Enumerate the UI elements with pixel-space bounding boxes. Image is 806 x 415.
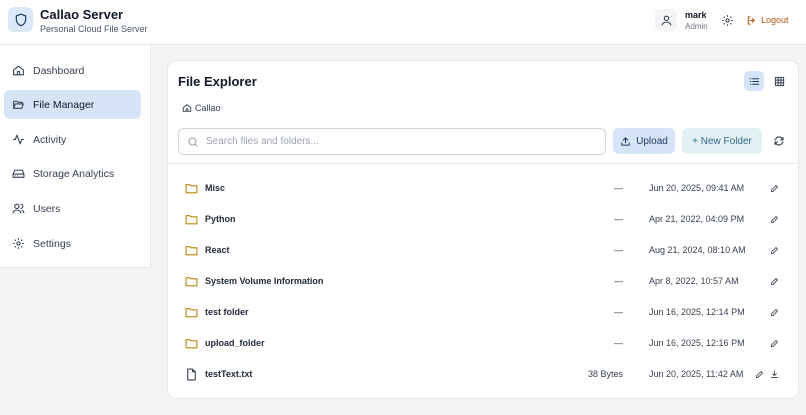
- rename-icon[interactable]: [768, 337, 780, 349]
- file-size: 38 Bytes: [587, 369, 623, 379]
- download-icon[interactable]: [768, 368, 780, 380]
- new-folder-label: + New Folder: [692, 135, 752, 147]
- sidebar-item-settings[interactable]: Settings: [4, 229, 141, 258]
- sidebar-item-label: Users: [33, 202, 61, 215]
- rename-icon[interactable]: [768, 306, 780, 318]
- file-modified: Jun 20, 2025, 09:41 AM: [649, 183, 745, 193]
- grid-view-button[interactable]: [769, 71, 789, 91]
- folder-icon: [185, 215, 198, 225]
- file-size: —: [614, 338, 623, 348]
- file-size: —: [614, 276, 623, 286]
- user-role: Admin: [685, 22, 708, 31]
- settings-button[interactable]: [718, 11, 736, 29]
- users-icon: [12, 203, 25, 214]
- user-name: mark: [685, 10, 707, 20]
- rename-icon[interactable]: [768, 213, 780, 225]
- upload-icon: [621, 136, 630, 146]
- file-size: —: [614, 245, 623, 255]
- rename-icon[interactable]: [768, 182, 780, 194]
- divider: [168, 163, 798, 164]
- file-modified: Jun 16, 2025, 12:16 PM: [649, 338, 745, 348]
- logout-button[interactable]: Logout: [746, 12, 789, 28]
- folder-icon: [185, 277, 198, 287]
- search-icon: [188, 136, 198, 147]
- home-icon: [13, 65, 24, 76]
- file-modified: Apr 21, 2022, 04:09 PM: [649, 214, 745, 224]
- breadcrumb-root: Callao: [195, 103, 221, 113]
- table-row[interactable]: React — Aug 21, 2024, 08:10 AM: [168, 235, 798, 266]
- file-name: testText.txt: [205, 369, 253, 379]
- sidebar-item-label: File Manager: [33, 98, 95, 111]
- sidebar-item-storage-analytics[interactable]: Storage Analytics: [4, 159, 141, 188]
- folder-icon: [185, 339, 198, 349]
- file-name: React: [205, 245, 230, 255]
- table-row[interactable]: testText.txt 38 Bytes Jun 20, 2025, 11:4…: [168, 359, 798, 390]
- list-icon: [749, 77, 759, 85]
- file-name: Misc: [205, 183, 226, 193]
- rename-icon[interactable]: [753, 368, 765, 380]
- file-name: upload_folder: [205, 338, 265, 348]
- app-header: Callao Server Personal Cloud File Server…: [0, 0, 806, 45]
- file-name: System Volume Information: [205, 276, 324, 286]
- page-title: File Explorer: [178, 74, 257, 89]
- sidebar: Dashboard File Manager Activity Storage …: [0, 45, 151, 268]
- sidebar-item-label: Dashboard: [33, 64, 85, 77]
- file-explorer-card: File Explorer Callao Upload + New Folder…: [167, 60, 799, 399]
- sidebar-item-users[interactable]: Users: [4, 194, 141, 223]
- upload-label: Upload: [636, 135, 668, 147]
- search-input[interactable]: [206, 136, 596, 147]
- upload-button[interactable]: Upload: [613, 128, 675, 154]
- folder-icon: [185, 308, 198, 318]
- grid-icon: [774, 76, 784, 86]
- sidebar-item-dashboard[interactable]: Dashboard: [4, 56, 141, 85]
- folder-icon: [185, 246, 198, 256]
- search-box: [178, 128, 606, 155]
- file-size: —: [614, 214, 623, 224]
- gear-icon: [13, 238, 24, 249]
- breadcrumb[interactable]: Callao: [182, 103, 221, 113]
- table-row[interactable]: System Volume Information — Apr 8, 2022,…: [168, 266, 798, 297]
- file-modified: Jun 16, 2025, 12:14 PM: [649, 307, 745, 317]
- shield-icon: [8, 7, 33, 32]
- rename-icon[interactable]: [768, 275, 780, 287]
- file-name: test folder: [205, 307, 249, 317]
- app-title: Callao Server: [40, 7, 124, 22]
- folder-icon: [185, 184, 198, 194]
- file-icon: [187, 368, 196, 381]
- sidebar-item-label: Settings: [33, 237, 71, 250]
- folder-open-icon: [13, 100, 24, 109]
- table-row[interactable]: test folder — Jun 16, 2025, 12:14 PM: [168, 297, 798, 328]
- sidebar-item-label: Storage Analytics: [33, 167, 115, 180]
- activity-icon: [13, 134, 24, 145]
- list-view-button[interactable]: [744, 71, 764, 91]
- refresh-icon: [774, 136, 784, 146]
- table-row[interactable]: Misc — Jun 20, 2025, 09:41 AM: [168, 173, 798, 204]
- table-row[interactable]: Python — Apr 21, 2022, 04:09 PM: [168, 204, 798, 235]
- file-name: Python: [205, 214, 236, 224]
- file-modified: Apr 8, 2022, 10:57 AM: [649, 276, 739, 286]
- user-icon[interactable]: [655, 9, 677, 31]
- sidebar-item-activity[interactable]: Activity: [4, 125, 141, 154]
- new-folder-button[interactable]: + New Folder: [682, 128, 762, 154]
- logout-icon: [747, 15, 755, 25]
- gear-icon: [721, 14, 733, 26]
- logout-label: Logout: [761, 15, 789, 25]
- rename-icon[interactable]: [768, 244, 780, 256]
- hard-drive-icon: [12, 169, 25, 178]
- file-size: —: [614, 183, 623, 193]
- sidebar-item-file-manager[interactable]: File Manager: [4, 90, 141, 119]
- file-modified: Aug 21, 2024, 08:10 AM: [649, 245, 746, 255]
- home-icon: [182, 104, 192, 112]
- file-size: —: [614, 307, 623, 317]
- app-subtitle: Personal Cloud File Server: [40, 24, 148, 34]
- sidebar-item-label: Activity: [33, 133, 67, 146]
- refresh-button[interactable]: [771, 133, 787, 149]
- file-modified: Jun 20, 2025, 11:42 AM: [649, 369, 744, 379]
- table-row[interactable]: upload_folder — Jun 16, 2025, 12:16 PM: [168, 328, 798, 359]
